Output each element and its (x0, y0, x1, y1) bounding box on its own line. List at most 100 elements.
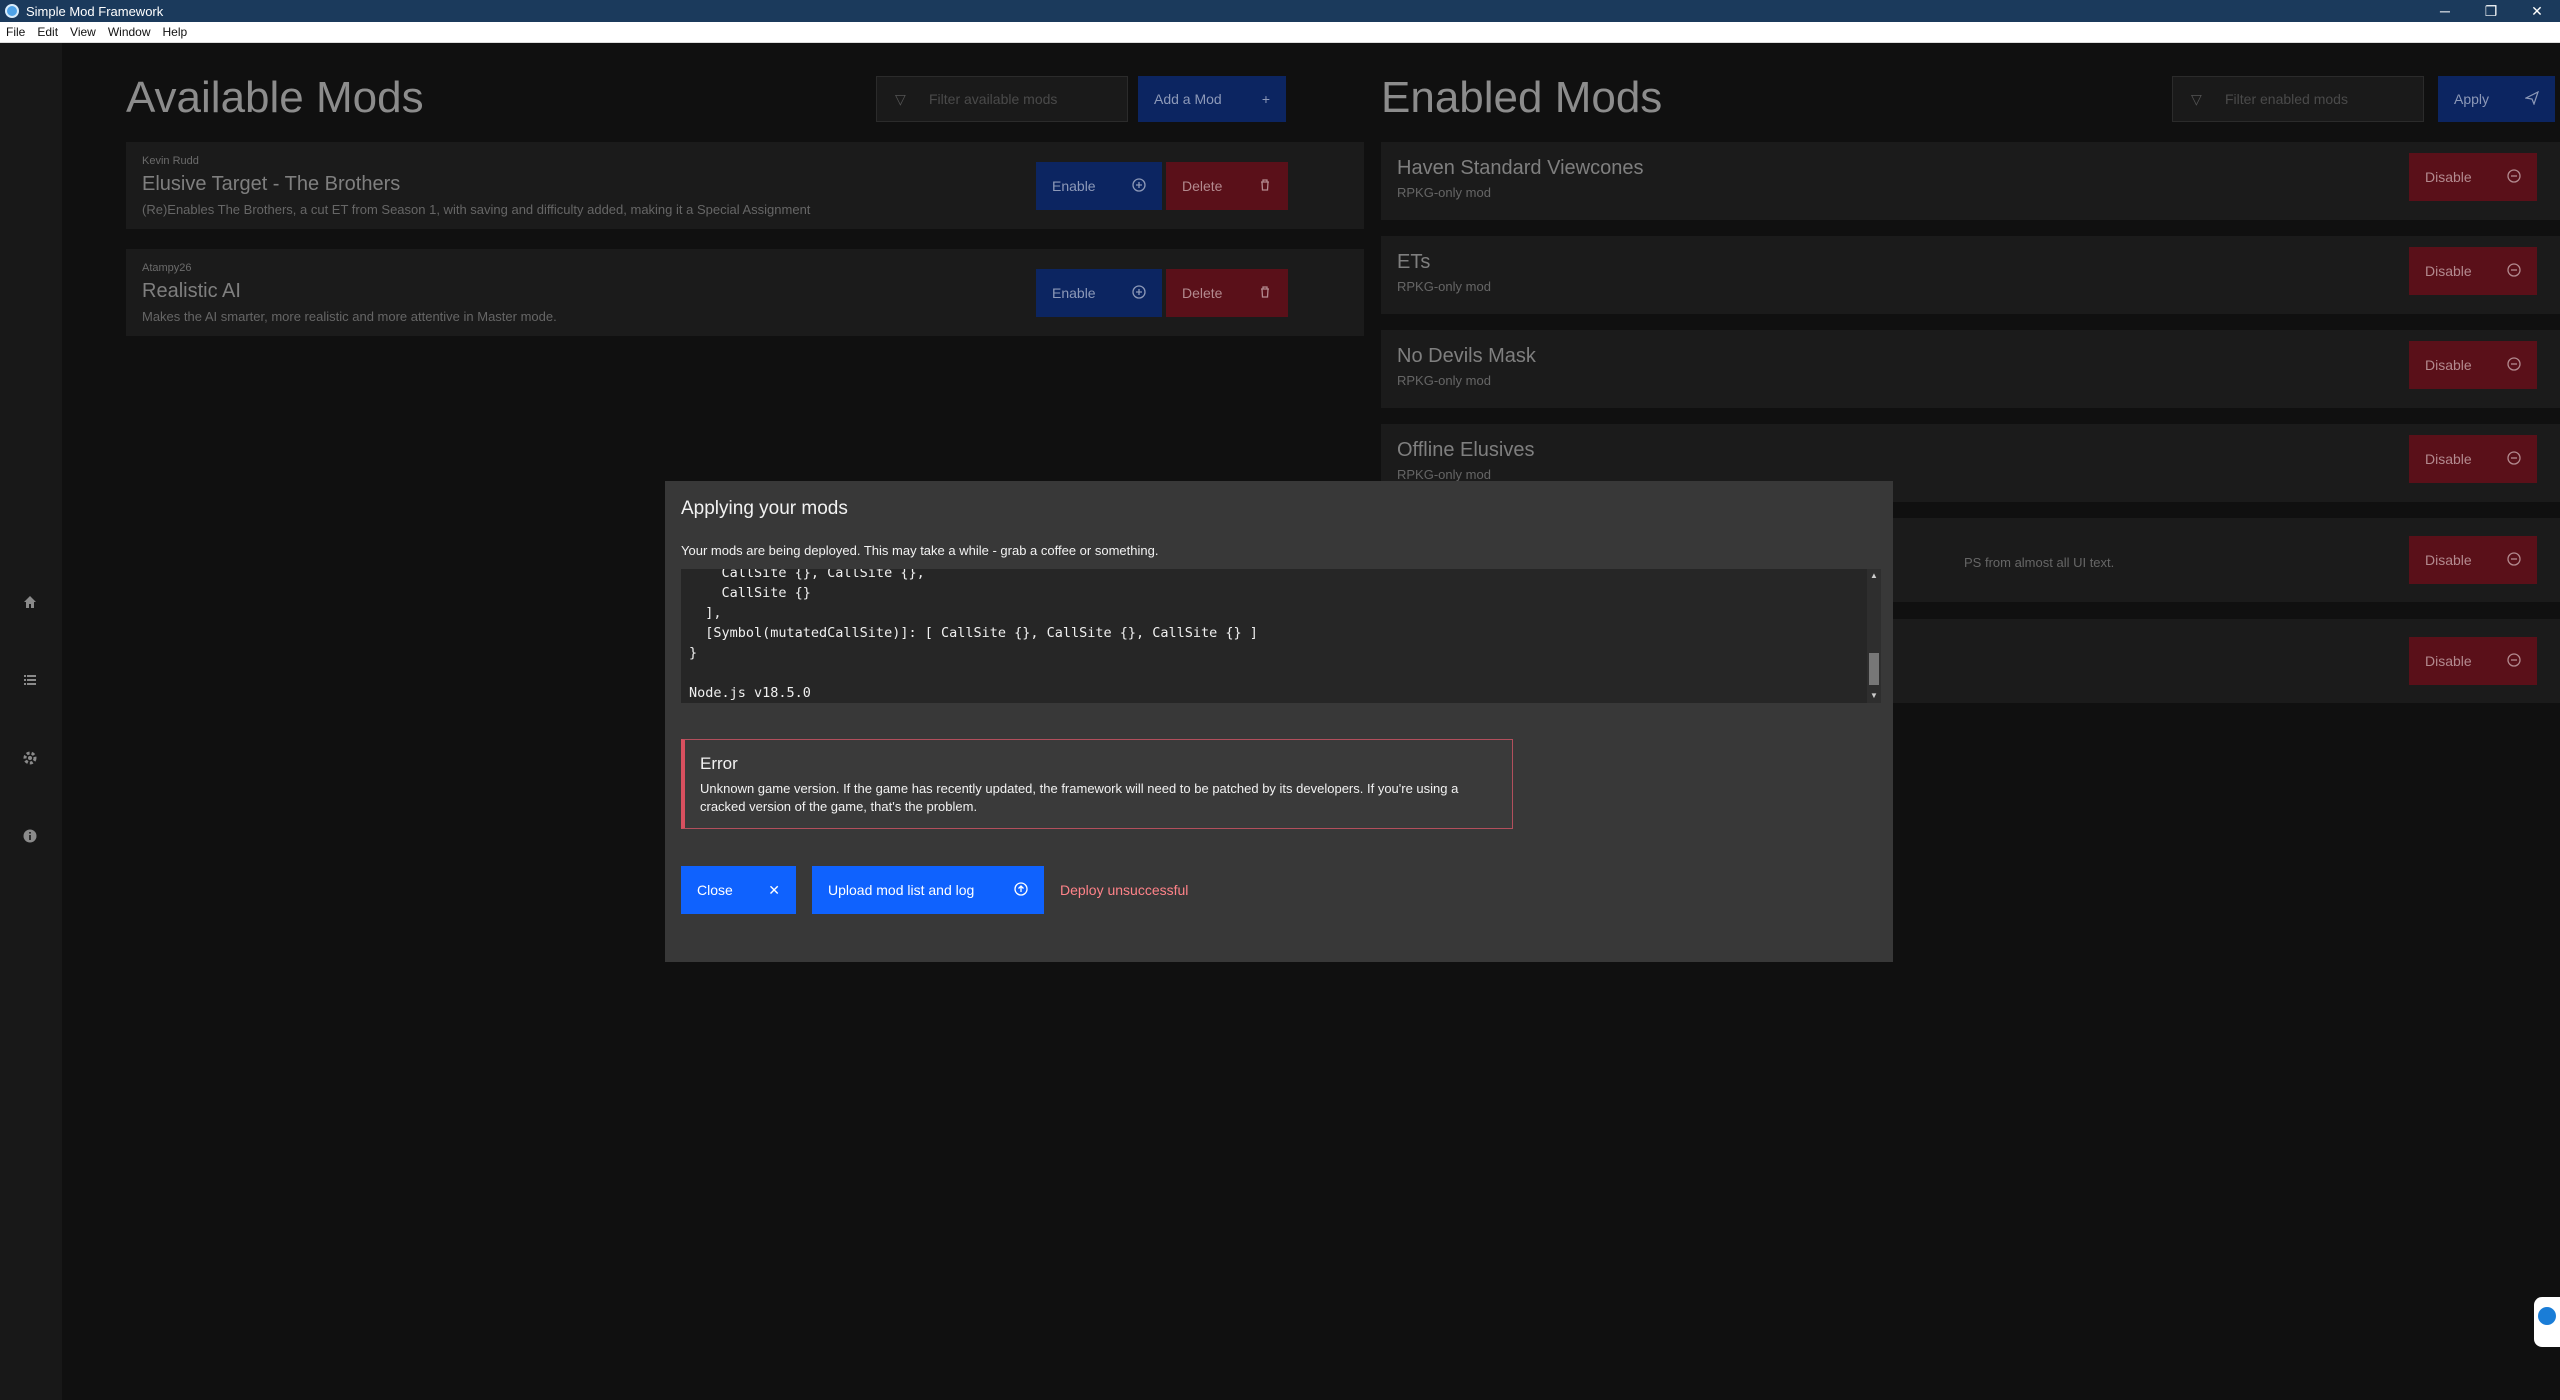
mod-description: Makes the AI smarter, more realistic and… (142, 309, 557, 324)
filter-available-mods-input[interactable]: ▽ Filter available mods (876, 76, 1128, 122)
list-icon[interactable] (21, 672, 39, 690)
trash-icon (1258, 285, 1272, 302)
enable-button[interactable]: Enable (1036, 269, 1162, 317)
available-mod-card: Atampy26 Realistic AI Makes the AI smart… (126, 249, 1364, 336)
remote-support-icon (2538, 1307, 2556, 1325)
mod-name: Haven Standard Viewcones (1397, 157, 1644, 179)
mod-name: Offline Elusives (1397, 439, 1535, 461)
enabled-mod-card: ETs RPKG-only mod Disable (1381, 236, 2560, 314)
filter-icon: ▽ (895, 90, 906, 107)
error-title: Error (700, 754, 738, 773)
mod-author: Atampy26 (142, 262, 192, 274)
dialog-title: Applying your mods (681, 498, 848, 519)
close-button[interactable]: Close ✕ (681, 866, 796, 914)
filter-icon: ▽ (2191, 90, 2202, 107)
window-title: Simple Mod Framework (26, 3, 164, 19)
delete-button[interactable]: Delete (1166, 162, 1288, 210)
deploy-log[interactable]: CallSite {}, CallSite {}, CallSite {} ],… (681, 569, 1881, 703)
mod-description: RPKG-only mod (1397, 185, 1491, 200)
home-icon[interactable] (21, 594, 39, 612)
close-window-button[interactable]: ✕ (2514, 0, 2560, 22)
filter-enabled-placeholder: Filter enabled mods (2225, 91, 2348, 107)
enabled-mods-heading: Enabled Mods (1381, 73, 1663, 122)
delete-label: Delete (1182, 178, 1223, 194)
mod-name: ETs (1397, 251, 1431, 273)
disable-label: Disable (2425, 451, 2472, 467)
window-controls: ─ ❐ ✕ (2422, 0, 2560, 22)
dialog-subtitle: Your mods are being deployed. This may t… (681, 543, 1159, 558)
disable-label: Disable (2425, 552, 2472, 568)
upload-label: Upload mod list and log (828, 882, 975, 898)
menu-file[interactable]: File (0, 25, 31, 39)
error-message: Unknown game version. If the game has re… (700, 781, 1459, 814)
mod-name: No Devils Mask (1397, 345, 1536, 367)
scroll-up-icon[interactable]: ▲ (1867, 569, 1881, 583)
remove-circle-icon (2507, 168, 2521, 186)
enable-label: Enable (1052, 285, 1096, 301)
maximize-button[interactable]: ❐ (2468, 0, 2514, 22)
available-mod-card: Kevin Rudd Elusive Target - The Brothers… (126, 142, 1364, 229)
disable-label: Disable (2425, 653, 2472, 669)
disable-button[interactable]: Disable (2409, 435, 2537, 483)
upload-icon (1014, 881, 1028, 899)
remove-circle-icon (2507, 652, 2521, 670)
title-bar: Simple Mod Framework ─ ❐ ✕ (0, 0, 2560, 22)
menu-view[interactable]: View (64, 25, 102, 39)
add-circle-icon (1132, 177, 1146, 195)
mod-description: RPKG-only mod (1397, 279, 1491, 294)
plus-icon: + (1261, 91, 1270, 107)
mod-description: RPKG-only mod (1397, 373, 1491, 388)
menu-edit[interactable]: Edit (31, 25, 64, 39)
disable-label: Disable (2425, 169, 2472, 185)
app-icon (5, 4, 19, 18)
remove-circle-icon (2507, 262, 2521, 280)
mod-description: PS from almost all UI text. (1964, 555, 2115, 570)
add-mod-button[interactable]: Add a Mod + (1138, 76, 1286, 122)
enable-button[interactable]: Enable (1036, 162, 1162, 210)
settings-icon[interactable] (21, 750, 39, 768)
menu-bar: File Edit View Window Help (0, 22, 2560, 43)
info-icon[interactable] (21, 828, 39, 846)
enable-label: Enable (1052, 178, 1096, 194)
trash-icon (1258, 178, 1272, 195)
add-circle-icon (1132, 284, 1146, 302)
disable-button[interactable]: Disable (2409, 153, 2537, 201)
send-icon (2524, 90, 2540, 108)
available-mods-heading: Available Mods (126, 73, 424, 122)
apply-mods-dialog: Applying your mods Your mods are being d… (665, 481, 1893, 962)
mod-description: (Re)Enables The Brothers, a cut ET from … (142, 202, 811, 217)
filter-available-placeholder: Filter available mods (929, 91, 1058, 107)
delete-button[interactable]: Delete (1166, 269, 1288, 317)
error-notification: Error Unknown game version. If the game … (681, 739, 1513, 829)
add-mod-label: Add a Mod (1154, 91, 1222, 107)
disable-button[interactable]: Disable (2409, 637, 2537, 685)
upload-log-button[interactable]: Upload mod list and log (812, 866, 1044, 914)
close-label: Close (697, 882, 733, 898)
scroll-thumb[interactable] (1869, 653, 1879, 685)
remove-circle-icon (2507, 551, 2521, 569)
scroll-down-icon[interactable]: ▼ (1867, 689, 1881, 703)
disable-button[interactable]: Disable (2409, 341, 2537, 389)
remove-circle-icon (2507, 356, 2521, 374)
disable-button[interactable]: Disable (2409, 247, 2537, 295)
remote-support-tab[interactable] (2534, 1297, 2560, 1347)
mod-name: Realistic AI (142, 280, 241, 302)
apply-button[interactable]: Apply (2438, 76, 2555, 122)
menu-help[interactable]: Help (157, 25, 194, 39)
menu-window[interactable]: Window (102, 25, 157, 39)
log-scrollbar[interactable]: ▲ ▼ (1867, 569, 1881, 703)
delete-label: Delete (1182, 285, 1223, 301)
disable-button[interactable]: Disable (2409, 536, 2537, 584)
remove-circle-icon (2507, 450, 2521, 468)
deploy-status: Deploy unsuccessful (1060, 882, 1189, 898)
mod-author: Kevin Rudd (142, 155, 199, 167)
filter-enabled-mods-input[interactable]: ▽ Filter enabled mods (2172, 76, 2424, 122)
deploy-log-text: CallSite {}, CallSite {}, CallSite {} ],… (689, 569, 1258, 701)
sidebar (0, 43, 62, 1400)
disable-label: Disable (2425, 357, 2472, 373)
apply-label: Apply (2454, 91, 2490, 107)
disable-label: Disable (2425, 263, 2472, 279)
minimize-button[interactable]: ─ (2422, 0, 2468, 22)
mod-description: RPKG-only mod (1397, 467, 1491, 482)
close-icon: ✕ (768, 881, 780, 898)
